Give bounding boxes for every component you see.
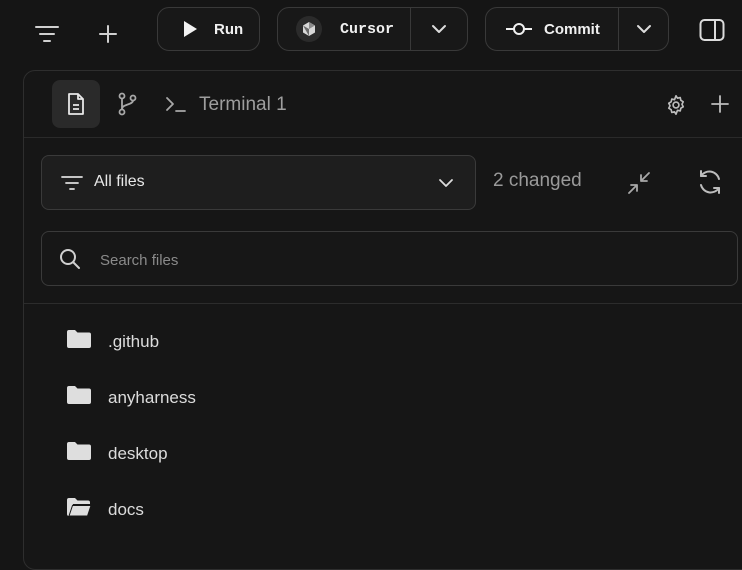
list-item[interactable]: .github: [24, 313, 742, 369]
open-in-editor-control: Cursor: [277, 7, 468, 51]
file-filter-select[interactable]: All files: [41, 155, 476, 210]
panel-tabs: Terminal 1: [24, 71, 742, 138]
file-tree: .github anyharness desktop docs: [24, 313, 742, 537]
tab-files[interactable]: [52, 80, 100, 128]
filter-menu-icon[interactable]: [33, 20, 61, 48]
git-commit-icon: [506, 23, 532, 35]
chevron-down-icon: [432, 25, 447, 33]
file-name: anyharness: [108, 388, 196, 407]
top-toolbar: Run Cursor Commit: [0, 0, 742, 66]
files-panel: Terminal 1 All files 2 changed .github a…: [23, 70, 742, 570]
folder-icon: [66, 385, 92, 410]
folder-icon: [66, 441, 92, 466]
add-icon[interactable]: [96, 22, 120, 46]
git-branch-icon: [118, 92, 137, 116]
search-input[interactable]: [98, 246, 662, 274]
terminal-icon: [166, 97, 186, 112]
file-name: docs: [108, 500, 144, 519]
cursor-logo-icon: [296, 16, 322, 42]
toggle-sidebar-icon[interactable]: [699, 17, 725, 43]
tab-terminal-icon[interactable]: [164, 94, 188, 114]
run-label: Run: [214, 20, 244, 38]
list-item[interactable]: docs: [24, 481, 742, 537]
filter-selected-value: All files: [94, 173, 145, 190]
commit-label: Commit: [544, 20, 600, 38]
plus-icon: [711, 95, 729, 113]
chevron-down-icon: [636, 25, 651, 33]
commit-dropdown-button[interactable]: [619, 8, 668, 50]
folder-icon: [66, 329, 92, 354]
folder-open-icon: [66, 497, 92, 522]
play-icon: [184, 21, 197, 37]
list-item[interactable]: anyharness: [24, 369, 742, 425]
chevron-down-icon: [439, 179, 453, 187]
divider: [24, 303, 742, 304]
file-name: .github: [108, 332, 160, 351]
editor-label: Cursor: [340, 20, 395, 38]
gear-icon: [667, 95, 685, 115]
tab-terminal-label[interactable]: Terminal 1: [199, 94, 287, 116]
editor-dropdown-button[interactable]: [411, 8, 467, 50]
list-item[interactable]: desktop: [24, 425, 742, 481]
refresh-button[interactable]: [695, 167, 725, 197]
open-in-cursor-button[interactable]: Cursor: [278, 8, 410, 50]
refresh-icon: [700, 170, 720, 194]
commit-control: Commit: [485, 7, 669, 51]
tab-git[interactable]: [115, 92, 139, 116]
minimize-icon: [628, 172, 650, 194]
run-button[interactable]: Run: [157, 7, 260, 51]
commit-button[interactable]: Commit: [486, 8, 618, 50]
filter-icon: [61, 176, 83, 190]
collapse-all-button[interactable]: [625, 169, 653, 197]
add-tab-button[interactable]: [709, 93, 731, 115]
file-name: desktop: [108, 444, 168, 463]
file-icon: [68, 93, 84, 115]
changed-count: 2 changed: [493, 170, 582, 191]
search-field: [41, 231, 738, 286]
settings-button[interactable]: [664, 93, 688, 117]
search-icon: [60, 249, 80, 269]
